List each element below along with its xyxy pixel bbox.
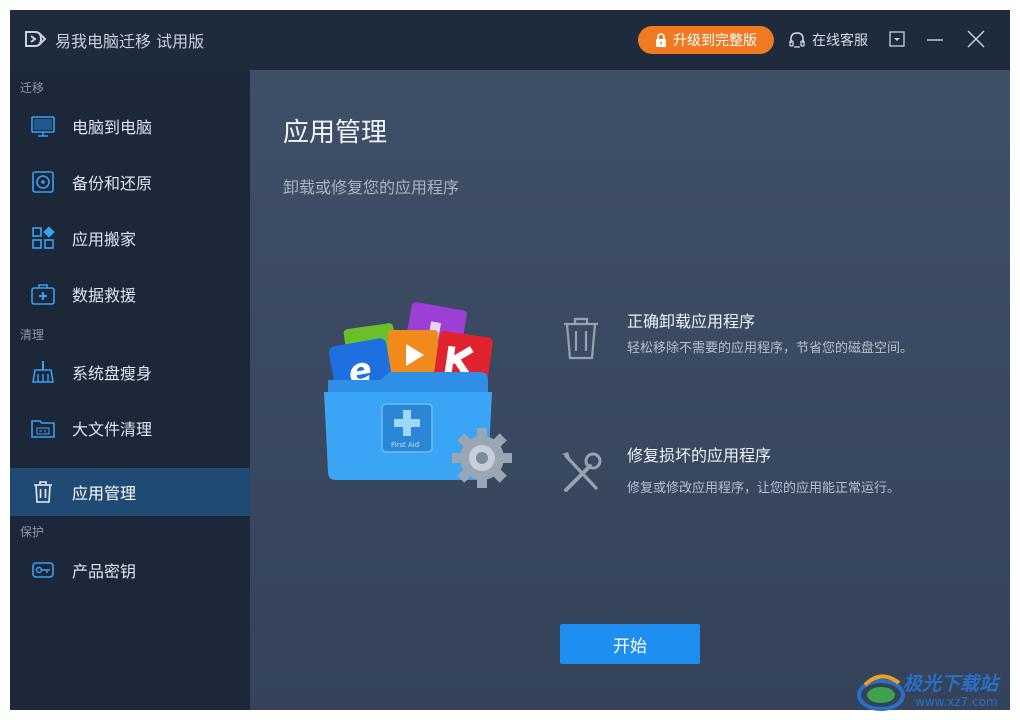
section-label-protect: 保护 [20, 525, 45, 539]
upgrade-button[interactable]: 升级到完整版 [638, 26, 774, 54]
upgrade-label: 升级到完整版 [673, 33, 757, 49]
trash-icon [30, 479, 56, 505]
minimize-icon [927, 39, 943, 41]
menu-dropdown-button[interactable] [886, 28, 908, 50]
watermark-logo-icon [857, 674, 905, 711]
apps-icon [30, 225, 56, 251]
watermark-text: 极光下载站 [903, 673, 999, 695]
start-button[interactable]: 开始 [560, 624, 700, 664]
sidebar-item-system-slim[interactable]: 系统盘瘦身 [10, 348, 250, 396]
dropdown-menu-icon [889, 31, 905, 47]
sidebar-item-label: 备份和还原 [72, 174, 153, 193]
feature-title-uninstall: 正确卸载应用程序 [627, 312, 756, 331]
sidebar-item-label: 产品密钥 [72, 562, 137, 581]
main-panel: 应用管理 卸载或修复您的应用程序 e First Aid 正确卸载应用程序 轻松… [250, 70, 1010, 710]
key-icon [30, 557, 56, 583]
minimize-button[interactable] [924, 28, 946, 50]
broom-icon [30, 359, 56, 385]
sidebar: 迁移 电脑到电脑 备份和还原 应用搬家 数据救援 清理 系统盘瘦身 大文件清理 … [10, 70, 250, 710]
sidebar-item-app-management[interactable]: 应用管理 [10, 468, 250, 516]
title-bar: 易我电脑迁移 试用版 升级到完整版 在线客服 [10, 10, 1010, 70]
sidebar-item-label: 电脑到电脑 [72, 118, 153, 137]
sidebar-item-data-rescue[interactable]: 数据救援 [10, 270, 250, 318]
rescue-kit-icon [30, 281, 56, 307]
online-support-button[interactable]: 在线客服 [788, 30, 868, 50]
app-window: 易我电脑迁移 试用版 升级到完整版 在线客服 迁移 电脑到电脑 备份和还原 应用… [10, 10, 1010, 710]
close-icon [967, 30, 985, 48]
lock-icon [656, 33, 666, 47]
page-subtitle: 卸载或修复您的应用程序 [283, 178, 460, 197]
sidebar-item-label: 系统盘瘦身 [72, 364, 153, 383]
first-aid-text: First Aid [391, 441, 419, 449]
trash-icon [564, 317, 598, 360]
sidebar-item-label: 大文件清理 [72, 420, 153, 439]
app-logo-icon [25, 31, 47, 47]
watermark-url: www.xz7.com [915, 695, 998, 709]
close-button[interactable] [965, 28, 987, 50]
app-title: 易我电脑迁移 试用版 [55, 32, 205, 51]
online-support-label: 在线客服 [812, 33, 868, 49]
sidebar-item-app-migration[interactable]: 应用搬家 [10, 214, 250, 262]
page-title: 应用管理 [283, 118, 388, 148]
sidebar-item-label: 应用搬家 [72, 230, 137, 249]
sidebar-item-large-file-cleanup[interactable]: 大文件清理 [10, 404, 250, 452]
sidebar-item-label: 数据救援 [72, 286, 137, 305]
backup-icon [30, 169, 56, 195]
section-label-migrate: 迁移 [20, 81, 45, 95]
section-label-clean: 清理 [20, 328, 45, 342]
watermark: 极光下载站 www.xz7.com [855, 665, 1015, 717]
repair-tools-icon [562, 452, 602, 492]
feature-title-repair: 修复损坏的应用程序 [627, 446, 772, 465]
sidebar-item-label: 应用管理 [72, 484, 137, 503]
sidebar-item-pc-to-pc[interactable]: 电脑到电脑 [10, 102, 250, 150]
feature-desc-uninstall: 轻松移除不需要的应用程序，节省您的磁盘空间。 [627, 341, 914, 356]
sidebar-item-backup-restore[interactable]: 备份和还原 [10, 158, 250, 206]
headset-icon [789, 32, 805, 48]
monitor-icon [30, 113, 56, 139]
app-folder-illustration: e First Aid [324, 302, 512, 488]
sidebar-item-product-key[interactable]: 产品密钥 [10, 546, 250, 594]
feature-desc-repair: 修复或修改应用程序，让您的应用能正常运行。 [627, 481, 901, 496]
folder-gb-icon [30, 415, 56, 441]
